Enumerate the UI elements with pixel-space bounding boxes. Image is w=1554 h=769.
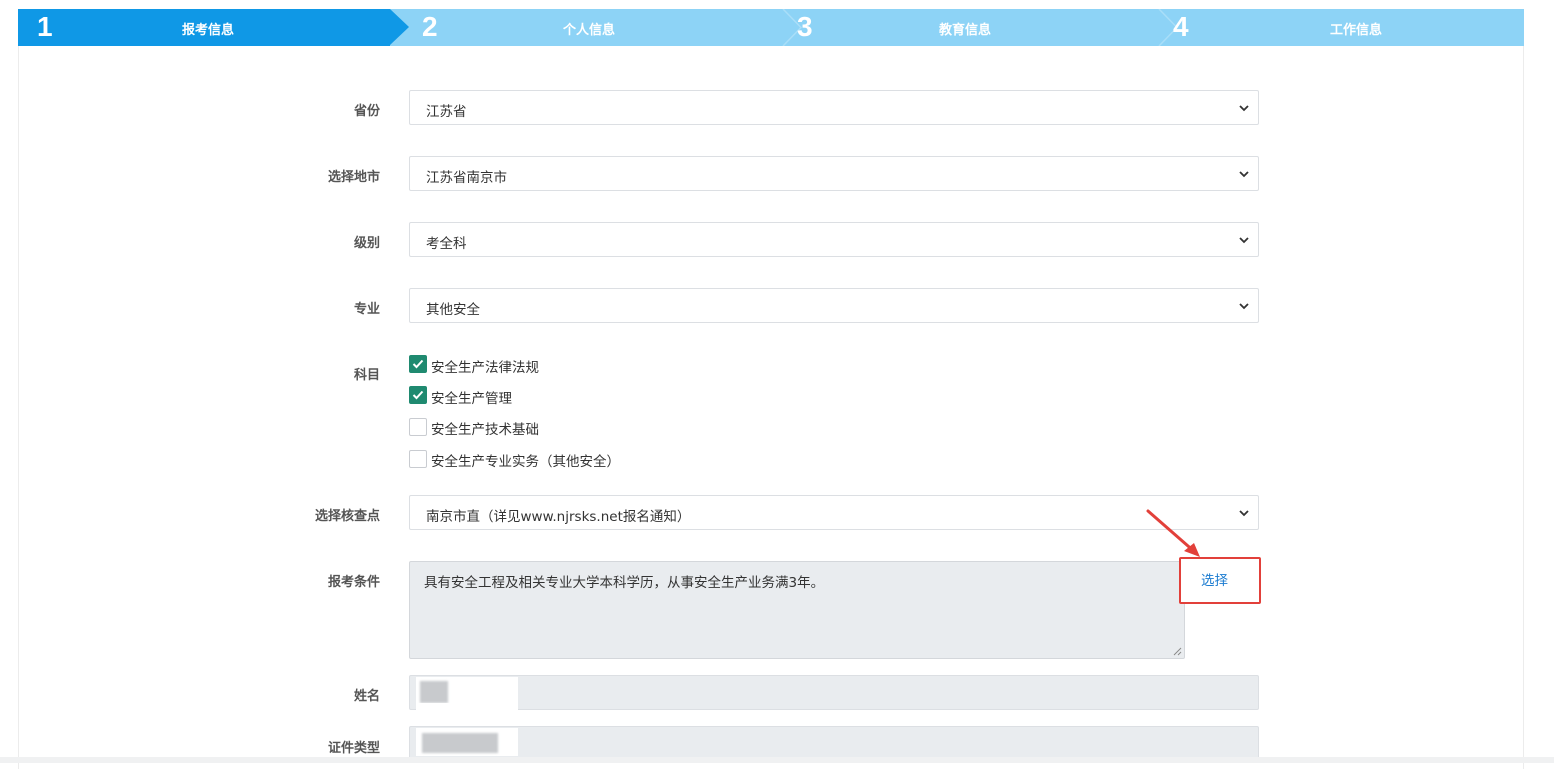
resize-handle-icon[interactable] [1172, 646, 1182, 656]
level-value: 考全科 [426, 236, 467, 252]
redacted-name [420, 681, 448, 703]
subject-label-3[interactable]: 安全生产技术基础 [431, 418, 539, 438]
redacted-id-type [422, 733, 498, 753]
chevron-down-icon [1239, 510, 1249, 517]
subjects-label: 科目 [353, 368, 380, 383]
id-type-label: 证件类型 [327, 741, 380, 756]
step-1-label[interactable]: 报考信息 [148, 19, 268, 38]
name-label: 姓名 [353, 689, 380, 704]
province-label: 省份 [353, 104, 380, 119]
condition-textarea[interactable]: 具有安全工程及相关专业大学本科学历，从事安全生产业务满3年。 [409, 561, 1185, 659]
subject-label-1[interactable]: 安全生产法律法规 [431, 356, 539, 376]
name-field[interactable] [409, 675, 1259, 710]
province-value: 江苏省 [426, 104, 467, 120]
city-label: 选择地市 [327, 170, 380, 185]
step-2-label[interactable]: 个人信息 [529, 19, 649, 38]
check-icon [412, 359, 424, 369]
step-3-label[interactable]: 教育信息 [905, 19, 1025, 38]
condition-select-button-label: 选择 [1201, 573, 1228, 589]
city-select[interactable]: 江苏省南京市 [409, 156, 1259, 191]
step-progress-bar: 1 报考信息 2 个人信息 3 教育信息 4 工作信息 [18, 9, 1524, 46]
step-1-number: 1 [37, 11, 53, 42]
chevron-down-icon [1239, 171, 1249, 178]
subject-checkbox-2[interactable] [409, 386, 427, 404]
condition-text: 具有安全工程及相关专业大学本科学历，从事安全生产业务满3年。 [424, 575, 825, 591]
chevron-down-icon [1239, 105, 1249, 112]
major-label: 专业 [353, 302, 380, 317]
annotation-arrow-icon [1146, 509, 1200, 557]
subject-checkbox-4[interactable] [409, 450, 427, 468]
level-select[interactable]: 考全科 [409, 222, 1259, 257]
level-label: 级别 [353, 236, 380, 251]
subject-checkbox-3[interactable] [409, 418, 427, 436]
check-icon [412, 390, 424, 400]
step-2-number: 2 [422, 11, 438, 42]
chevron-down-icon [1239, 237, 1249, 244]
subject-label-2[interactable]: 安全生产管理 [431, 387, 512, 407]
checkpoint-select[interactable]: 南京市直（详见www.njrsks.net报名通知） [409, 495, 1259, 530]
subject-checkbox-1[interactable] [409, 355, 427, 373]
major-value: 其他安全 [426, 302, 480, 318]
major-select[interactable]: 其他安全 [409, 288, 1259, 323]
checkpoint-label: 选择核查点 [314, 509, 380, 524]
page-bottom-strip [0, 757, 1554, 763]
step-4-number: 4 [1173, 11, 1189, 42]
condition-label: 报考条件 [327, 575, 380, 590]
city-value: 江苏省南京市 [426, 170, 507, 186]
province-select[interactable]: 江苏省 [409, 90, 1259, 125]
redacted-overlay [416, 703, 518, 727]
subject-label-4[interactable]: 安全生产专业实务（其他安全） [431, 450, 620, 470]
step-4-label[interactable]: 工作信息 [1296, 19, 1416, 38]
chevron-down-icon [1239, 303, 1249, 310]
step-3-number: 3 [797, 11, 813, 42]
checkpoint-value: 南京市直（详见www.njrsks.net报名通知） [426, 509, 691, 525]
id-type-field[interactable] [409, 726, 1259, 761]
